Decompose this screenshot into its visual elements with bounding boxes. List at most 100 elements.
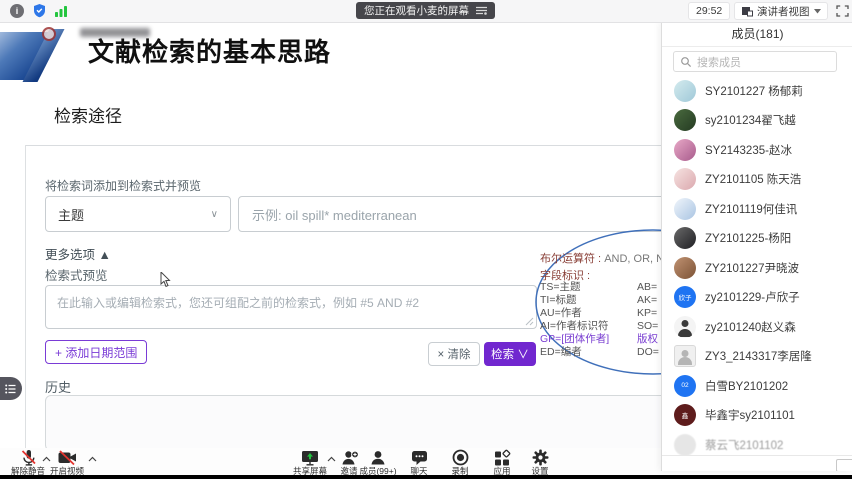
camera-off-icon [57,449,78,466]
field-id: AI=作者标识符 [540,320,609,333]
member-name: ZY2101105 陈天浩 [705,171,801,187]
editor-placeholder: 在此输入或编辑检索式，您还可组配之前的检索式，例如 #5 AND #2 [57,296,419,310]
field-id: ED=编者 [540,346,609,359]
query-input: 示例: oil spill* mediterranean [238,196,682,232]
member-row[interactable]: 02 白雪BY2101202 [662,371,852,401]
clear-button: × 清除 [428,342,480,366]
member-avatar [674,257,696,279]
member-row[interactable]: ZY2101105 陈天浩 [662,165,852,195]
slide-title: 文献检索的基本思路 [88,32,331,69]
member-row[interactable]: zy2101240赵义森 [662,312,852,342]
view-mode-label: 演讲者视图 [757,4,810,19]
member-name: sy2101234翟飞越 [705,112,796,128]
annotation-text: 布尔运算符 : AND, OR, NOT 字段标识 : [540,250,670,284]
member-avatar [674,316,696,338]
field-id: KP= [637,307,659,320]
view-mode-button[interactable]: 演讲者视图 [734,2,828,20]
start-video-button[interactable]: 开启视频 [37,449,97,477]
search-button: 检索 ∨ [484,342,536,366]
meeting-topbar: i 您正在观看小麦的屏幕 29:52 演讲者视图 [0,0,852,23]
member-name: SY2101227 杨郁莉 [705,83,803,99]
info-icon[interactable]: i [10,4,24,18]
slide-subtitle: 检索途径 [54,102,122,127]
field-id: TI=标题 [540,294,609,307]
member-list: SY2101227 杨郁莉 sy2101234翟飞越 SY2143235-赵冰 … [662,76,852,455]
search-icon [680,56,692,68]
meeting-timer: 29:52 [688,2,730,20]
chat-bubble-icon [410,449,429,466]
network-signal-icon[interactable] [54,4,68,17]
member-name: ZY2101225-杨阳 [705,230,791,246]
preview-label: 检索式预览 [45,265,108,284]
member-row[interactable]: sy2101234翟飞越 [662,106,852,136]
field-id: 版权 [637,333,659,346]
settings-button[interactable]: 设置 [510,449,570,477]
watching-banner-text: 您正在观看小麦的屏幕 [364,3,469,18]
member-row[interactable]: ZY2101227尹晓波 [662,253,852,283]
field-id: AU=作者 [540,307,609,320]
video-options-caret[interactable] [88,456,97,462]
field-ids-right-column: AB= AK= KP= SO= 版权 DO= [637,281,659,359]
member-name: SY2143235-赵冰 [705,142,792,158]
footer-button-partial[interactable] [836,459,852,471]
history-box [45,395,687,451]
chevron-down-icon: ∨ [211,209,218,220]
member-row[interactable]: SY2101227 杨郁莉 [662,76,852,106]
members-panel-footer [662,455,852,471]
member-avatar: 鑫 [674,404,696,426]
members-panel: 成员(181) 搜索成员 SY2101227 杨郁莉 sy2101234翟飞越 [661,22,852,471]
security-shield-icon[interactable] [32,3,47,19]
member-row[interactable]: ZY2101225-杨阳 [662,224,852,254]
field-id: SO= [637,320,659,333]
chevron-down-icon [814,9,821,14]
more-options-toggle: 更多选项 ▲ [45,244,111,263]
apps-grid-icon [493,449,511,466]
member-name: ZY3_2143317李居隆 [705,348,812,364]
layout-icon [741,5,753,17]
member-name: 白雪BY2101202 [705,378,788,394]
member-avatar [674,227,696,249]
search-form-label: 将检索词添加到检索式并预览 [45,177,201,194]
member-avatar [674,198,696,220]
fullscreen-expand-icon[interactable] [835,4,850,18]
member-row[interactable]: 欣子 zy2101229-卢欣子 [662,283,852,313]
field-id: DO= [637,346,659,359]
card-border-left [25,145,26,449]
member-name: ZY2101227尹晓波 [705,260,799,276]
member-row[interactable]: SY2143235-赵冰 [662,135,852,165]
query-placeholder: 示例: oil spill* mediterranean [252,205,417,224]
member-avatar [674,168,696,190]
member-search-input[interactable]: 搜索成员 [673,51,837,72]
member-row[interactable]: ZY3_2143317李居隆 [662,342,852,372]
member-name: zy2101229-卢欣子 [705,289,800,305]
bottom-black-bar [0,475,852,479]
field-id: GP=[团体作者] [540,333,609,346]
watching-banner: 您正在观看小麦的屏幕 [356,2,495,19]
floating-list-tab [0,377,22,400]
university-emblem [42,27,56,41]
member-search-placeholder: 搜索成员 [697,54,741,70]
mouse-cursor [160,272,172,289]
meeting-window: 文献检索的基本思路 检索途径 将检索词添加到检索式并预览 主题 ∨ 示例: oi… [0,0,852,479]
member-row[interactable]: 蔡云飞2101102 [662,430,852,455]
add-date-range-button: + 添加日期范围 [45,340,147,364]
member-avatar: 欣子 [674,286,696,308]
member-row[interactable]: 鑫 毕鑫宇sy2101101 [662,401,852,431]
member-avatar [674,139,696,161]
field-id: TS=主题 [540,281,609,294]
resize-handle-icon [525,317,534,326]
member-row[interactable]: ZY2101119何佳讯 [662,194,852,224]
members-person-icon [369,449,387,466]
banner-menu-icon[interactable] [476,6,487,15]
member-avatar: 02 [674,375,696,397]
list-icon [5,384,17,394]
member-avatar [674,80,696,102]
field-ids-left-column: TS=主题 TI=标题 AU=作者 AI=作者标识符 GP=[团体作者] ED=… [540,281,609,359]
member-name: zy2101240赵义森 [705,319,796,335]
history-label: 历史 [45,377,71,396]
boolean-operators-line: 布尔运算符 : AND, OR, NOT [540,250,670,266]
share-screen-icon [300,449,320,466]
member-name: 毕鑫宇sy2101101 [705,407,795,423]
member-avatar [674,345,696,367]
microphone-muted-icon [19,449,38,466]
